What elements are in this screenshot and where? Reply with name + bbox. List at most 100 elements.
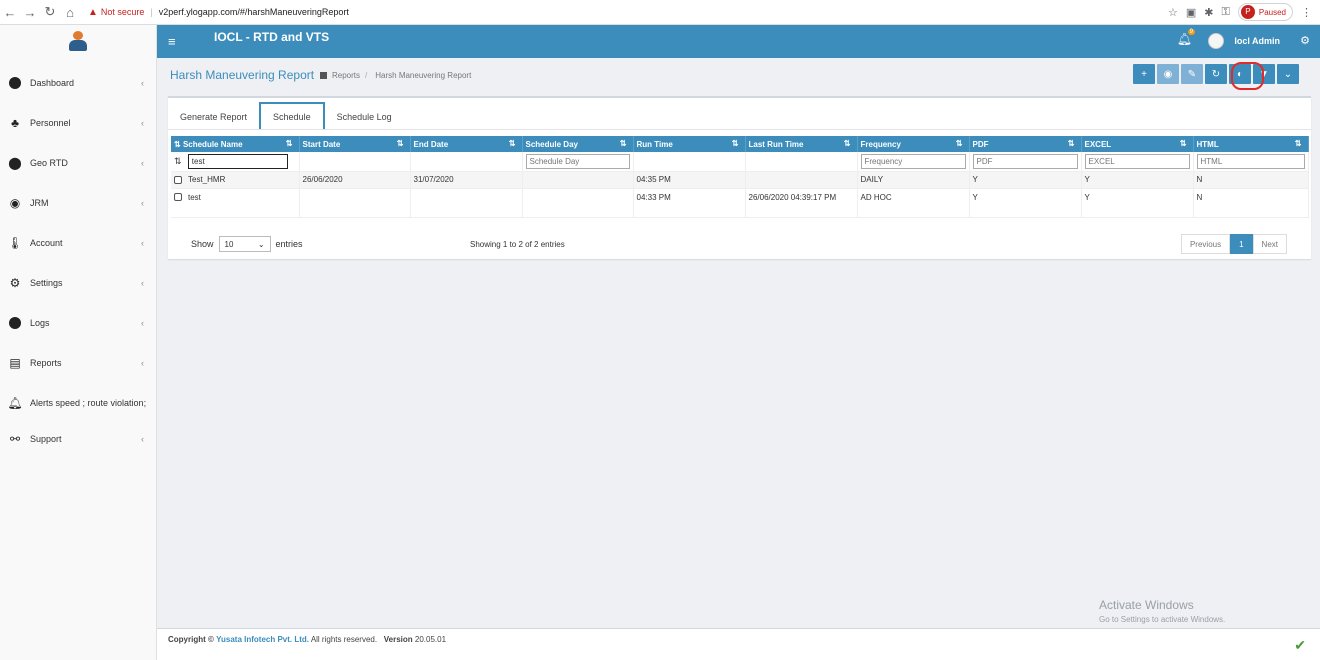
clock-icon: [8, 316, 22, 330]
entries-label: entries: [275, 239, 303, 249]
pagination: Previous 1 Next: [1180, 234, 1287, 254]
frequency-filter-input[interactable]: [860, 153, 966, 169]
excel-filter-input[interactable]: [1084, 153, 1190, 169]
more-dropdown-button[interactable]: ⌄: [1277, 64, 1299, 84]
chevron-left-icon: ‹: [141, 358, 144, 368]
table-cell: Y: [1081, 171, 1194, 189]
browser-menu-icon[interactable]: ⋮: [1301, 6, 1312, 19]
sidebar-item-geo-rtd[interactable]: ⬤ Geo RTD ‹: [0, 143, 156, 183]
breadcrumb-home-icon: [320, 72, 327, 79]
previous-page-button[interactable]: Previous: [1180, 234, 1231, 254]
breadcrumb-reports[interactable]: Reports: [332, 71, 360, 80]
column-header-run-time[interactable]: Run Time ⇅: [633, 136, 746, 152]
table-cell: [745, 171, 858, 189]
map-marker-icon: ⬤: [8, 156, 22, 170]
report-icon: ▤: [9, 356, 21, 370]
key-icon[interactable]: ⚿: [1221, 6, 1229, 19]
sidebar-item-settings[interactable]: ⚙ Settings ‹: [0, 263, 156, 303]
sidebar-item-label: Personnel: [30, 118, 71, 128]
column-header-frequency[interactable]: Frequency ⇅: [857, 136, 970, 152]
sidebar-item-label: Dashboard: [30, 78, 75, 88]
profile-paused-button[interactable]: P Paused: [1237, 3, 1293, 21]
thermometer-icon: 🌡: [7, 236, 23, 250]
column-header-start-date[interactable]: Start Date ⇅: [299, 136, 411, 152]
back-arrow-icon[interactable]: ←: [0, 5, 20, 20]
edit-button[interactable]: ✎: [1181, 64, 1203, 84]
column-header-end-date[interactable]: End Date ⇅: [410, 136, 523, 152]
sidebar-item-personnel[interactable]: ♣ Personnel ‹: [0, 103, 156, 143]
url-text[interactable]: v2perf.ylogapp.com/#/harshManeuveringRep…: [159, 7, 349, 17]
breadcrumb-separator: /: [365, 71, 368, 80]
footer: Copyright © Yusata Infotech Pvt. Ltd. Al…: [157, 628, 1320, 660]
gears-icon[interactable]: ⚙: [1300, 34, 1310, 47]
column-header-html[interactable]: HTML ⇅: [1193, 136, 1309, 152]
add-button[interactable]: +: [1133, 64, 1155, 84]
view-button[interactable]: ◉: [1157, 64, 1179, 84]
sidebar-item-reports[interactable]: ▤ Reports ‹: [0, 343, 156, 383]
extension-icon[interactable]: ▣: [1186, 6, 1196, 19]
pencil-icon: ✎: [1187, 68, 1197, 80]
sort-icon: ⇅: [731, 139, 739, 148]
app-logo[interactable]: [0, 25, 156, 58]
sidebar-item-alerts[interactable]: 🔔︎ Alerts speed ; route violation;: [0, 383, 156, 423]
sidebar-item-support[interactable]: ⚯ Support ‹: [0, 423, 156, 455]
home-icon[interactable]: ⌂: [60, 5, 80, 20]
schedule-name-filter-input[interactable]: [187, 153, 288, 169]
sidebar-item-logs[interactable]: Logs ‹: [0, 303, 156, 343]
html-filter-input[interactable]: [1196, 153, 1305, 169]
life-ring-icon: ◉: [9, 196, 21, 210]
schedule-day-filter-input[interactable]: [525, 153, 630, 169]
page-1-button[interactable]: 1: [1230, 234, 1253, 254]
filter-cell: [857, 152, 970, 172]
breadcrumb: Reports / Harsh Maneuvering Report: [320, 71, 471, 80]
sidebar-item-label: Geo RTD: [30, 158, 68, 168]
filter-cell: [522, 152, 634, 172]
column-header-pdf[interactable]: PDF ⇅: [969, 136, 1082, 152]
puzzle-icon[interactable]: ✱: [1204, 6, 1213, 19]
report-tabs: Generate Report Schedule Schedule Log: [168, 102, 404, 130]
star-icon[interactable]: ☆: [1168, 6, 1178, 19]
row-checkbox[interactable]: [174, 175, 182, 184]
show-label: Show: [191, 239, 214, 249]
chevron-left-icon: ‹: [141, 118, 144, 128]
sort-icon: ⇅: [1294, 139, 1302, 148]
sort-icon: ⇅: [508, 139, 516, 148]
sidebar-item-jrm[interactable]: ◉ JRM ‹: [0, 183, 156, 223]
company-link[interactable]: Yusata Infotech Pvt. Ltd.: [216, 635, 309, 644]
plus-icon: +: [1141, 68, 1147, 80]
sidebar-item-label: Reports: [30, 358, 62, 368]
pdf-filter-input[interactable]: [972, 153, 1078, 169]
page-title: Harsh Maneuvering Report: [170, 68, 315, 82]
notification-badge: 9: [1187, 29, 1195, 35]
sidebar-item-account[interactable]: 🌡 Account ‹: [0, 223, 156, 263]
reload-icon[interactable]: ↻: [40, 4, 60, 20]
column-header-excel[interactable]: EXCEL ⇅: [1081, 136, 1194, 152]
address-bar[interactable]: ▲ Not secure | v2perf.ylogapp.com/#/hars…: [88, 7, 349, 18]
forward-arrow-icon[interactable]: →: [20, 5, 40, 20]
entries-select[interactable]: 10 ⌄: [218, 236, 271, 252]
table-row[interactable]: test 04:33 PM 26/06/2020 04:39:17 PM AD …: [171, 188, 1309, 218]
column-header-last-run-time[interactable]: Last Run Time ⇅: [745, 136, 858, 152]
watermark-subtitle: Go to Settings to activate Windows.: [1099, 615, 1226, 624]
column-header-schedule-day[interactable]: Schedule Day ⇅: [522, 136, 634, 152]
footer-text: Copyright © Yusata Infotech Pvt. Ltd. Al…: [168, 635, 447, 644]
user-name[interactable]: Iocl Admin: [1234, 36, 1280, 46]
hamburger-menu-icon[interactable]: ≡: [168, 34, 176, 49]
chevron-down-icon: ⌄: [257, 239, 265, 249]
sort-icon: ⇅: [396, 139, 404, 148]
app-title: IOCL - RTD and VTS: [214, 30, 330, 44]
next-page-button[interactable]: Next: [1252, 234, 1287, 254]
tab-schedule[interactable]: Schedule: [259, 102, 325, 130]
table-row[interactable]: Test_HMR 26/06/2020 31/07/2020 04:35 PM …: [171, 171, 1309, 189]
column-header-schedule-name[interactable]: ⇅ Schedule Name ⇅: [171, 136, 300, 152]
paused-label: Paused: [1258, 7, 1286, 17]
sidebar-item-dashboard[interactable]: Dashboard ‹: [0, 63, 156, 103]
tab-schedule-log[interactable]: Schedule Log: [325, 104, 404, 130]
row-checkbox[interactable]: [174, 193, 182, 202]
refresh-button[interactable]: ↻: [1205, 64, 1227, 84]
chevron-left-icon: ‹: [141, 434, 144, 444]
user-avatar[interactable]: [1208, 33, 1224, 49]
tab-generate-report[interactable]: Generate Report: [168, 104, 259, 130]
sidebar-item-label: Support: [30, 434, 62, 444]
annotation-circle: [1231, 62, 1264, 90]
